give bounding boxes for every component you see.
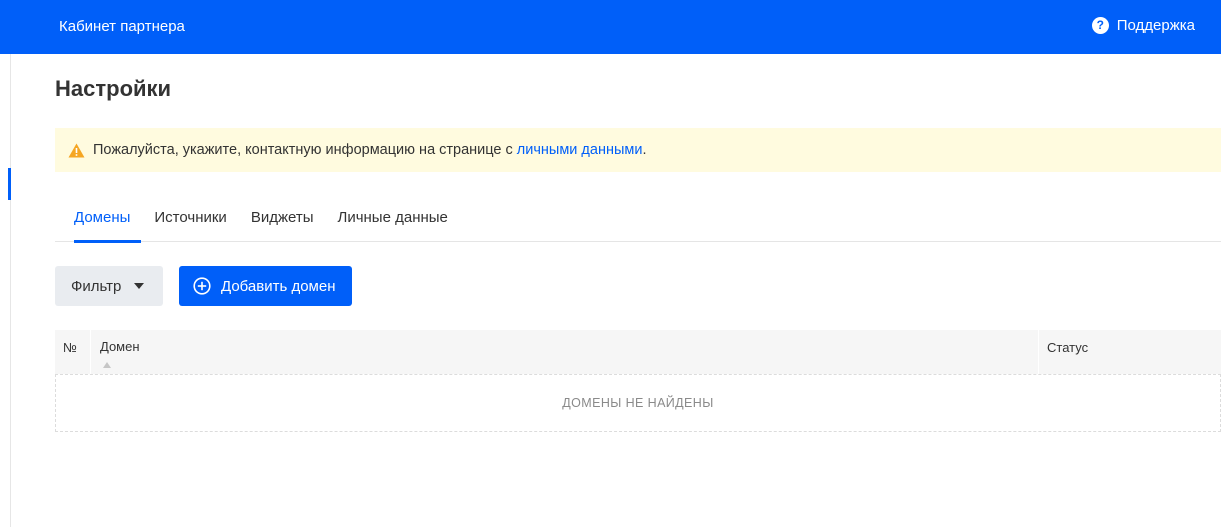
filter-button[interactable]: Фильтр	[55, 266, 163, 306]
warning-icon	[68, 143, 85, 157]
sidebar-divider	[10, 54, 11, 527]
filter-label: Фильтр	[71, 277, 122, 295]
support-link[interactable]: ? Поддержка	[1091, 17, 1195, 34]
support-label: Поддержка	[1116, 17, 1195, 34]
tab-sources[interactable]: Источники	[142, 208, 238, 242]
add-domain-button[interactable]: Добавить домен	[179, 266, 352, 306]
notice-trailing: .	[642, 142, 647, 158]
column-domain[interactable]: Домен	[90, 330, 1039, 374]
sort-asc-icon[interactable]	[103, 362, 111, 368]
notice-text: Пожалуйста, укажите, контактную информац…	[93, 142, 513, 158]
sidebar-active-marker	[8, 168, 11, 200]
tab-widgets[interactable]: Виджеты	[239, 208, 326, 242]
table-header: № Домен Статус	[55, 330, 1221, 374]
tab-personal-data[interactable]: Личные данные	[325, 208, 459, 242]
caret-down-icon	[134, 283, 145, 289]
help-circle-icon: ?	[1091, 17, 1109, 34]
page-title: Настройки	[55, 76, 172, 101]
contact-info-notice: Пожалуйста, укажите, контактную информац…	[55, 128, 1221, 172]
personal-data-link[interactable]: личными данными	[517, 142, 643, 158]
domains-table: № Домен Статус ДОМЕНЫ НЕ НАЙДЕНЫ	[55, 330, 1221, 432]
brand-title[interactable]: Кабинет партнера	[59, 18, 185, 35]
column-status[interactable]: Статус	[1038, 330, 1221, 374]
tab-domains[interactable]: Домены	[55, 208, 142, 243]
settings-tabs: Домены Источники Виджеты Личные данные	[55, 208, 1221, 243]
empty-state-row: ДОМЕНЫ НЕ НАЙДЕНЫ	[55, 374, 1221, 432]
top-bar: Кабинет партнера ? Поддержка	[0, 0, 1221, 54]
column-number: №	[63, 340, 77, 355]
add-domain-label: Добавить домен	[221, 277, 336, 295]
column-domain-label: Домен	[100, 339, 140, 354]
plus-circle-icon	[193, 277, 211, 295]
